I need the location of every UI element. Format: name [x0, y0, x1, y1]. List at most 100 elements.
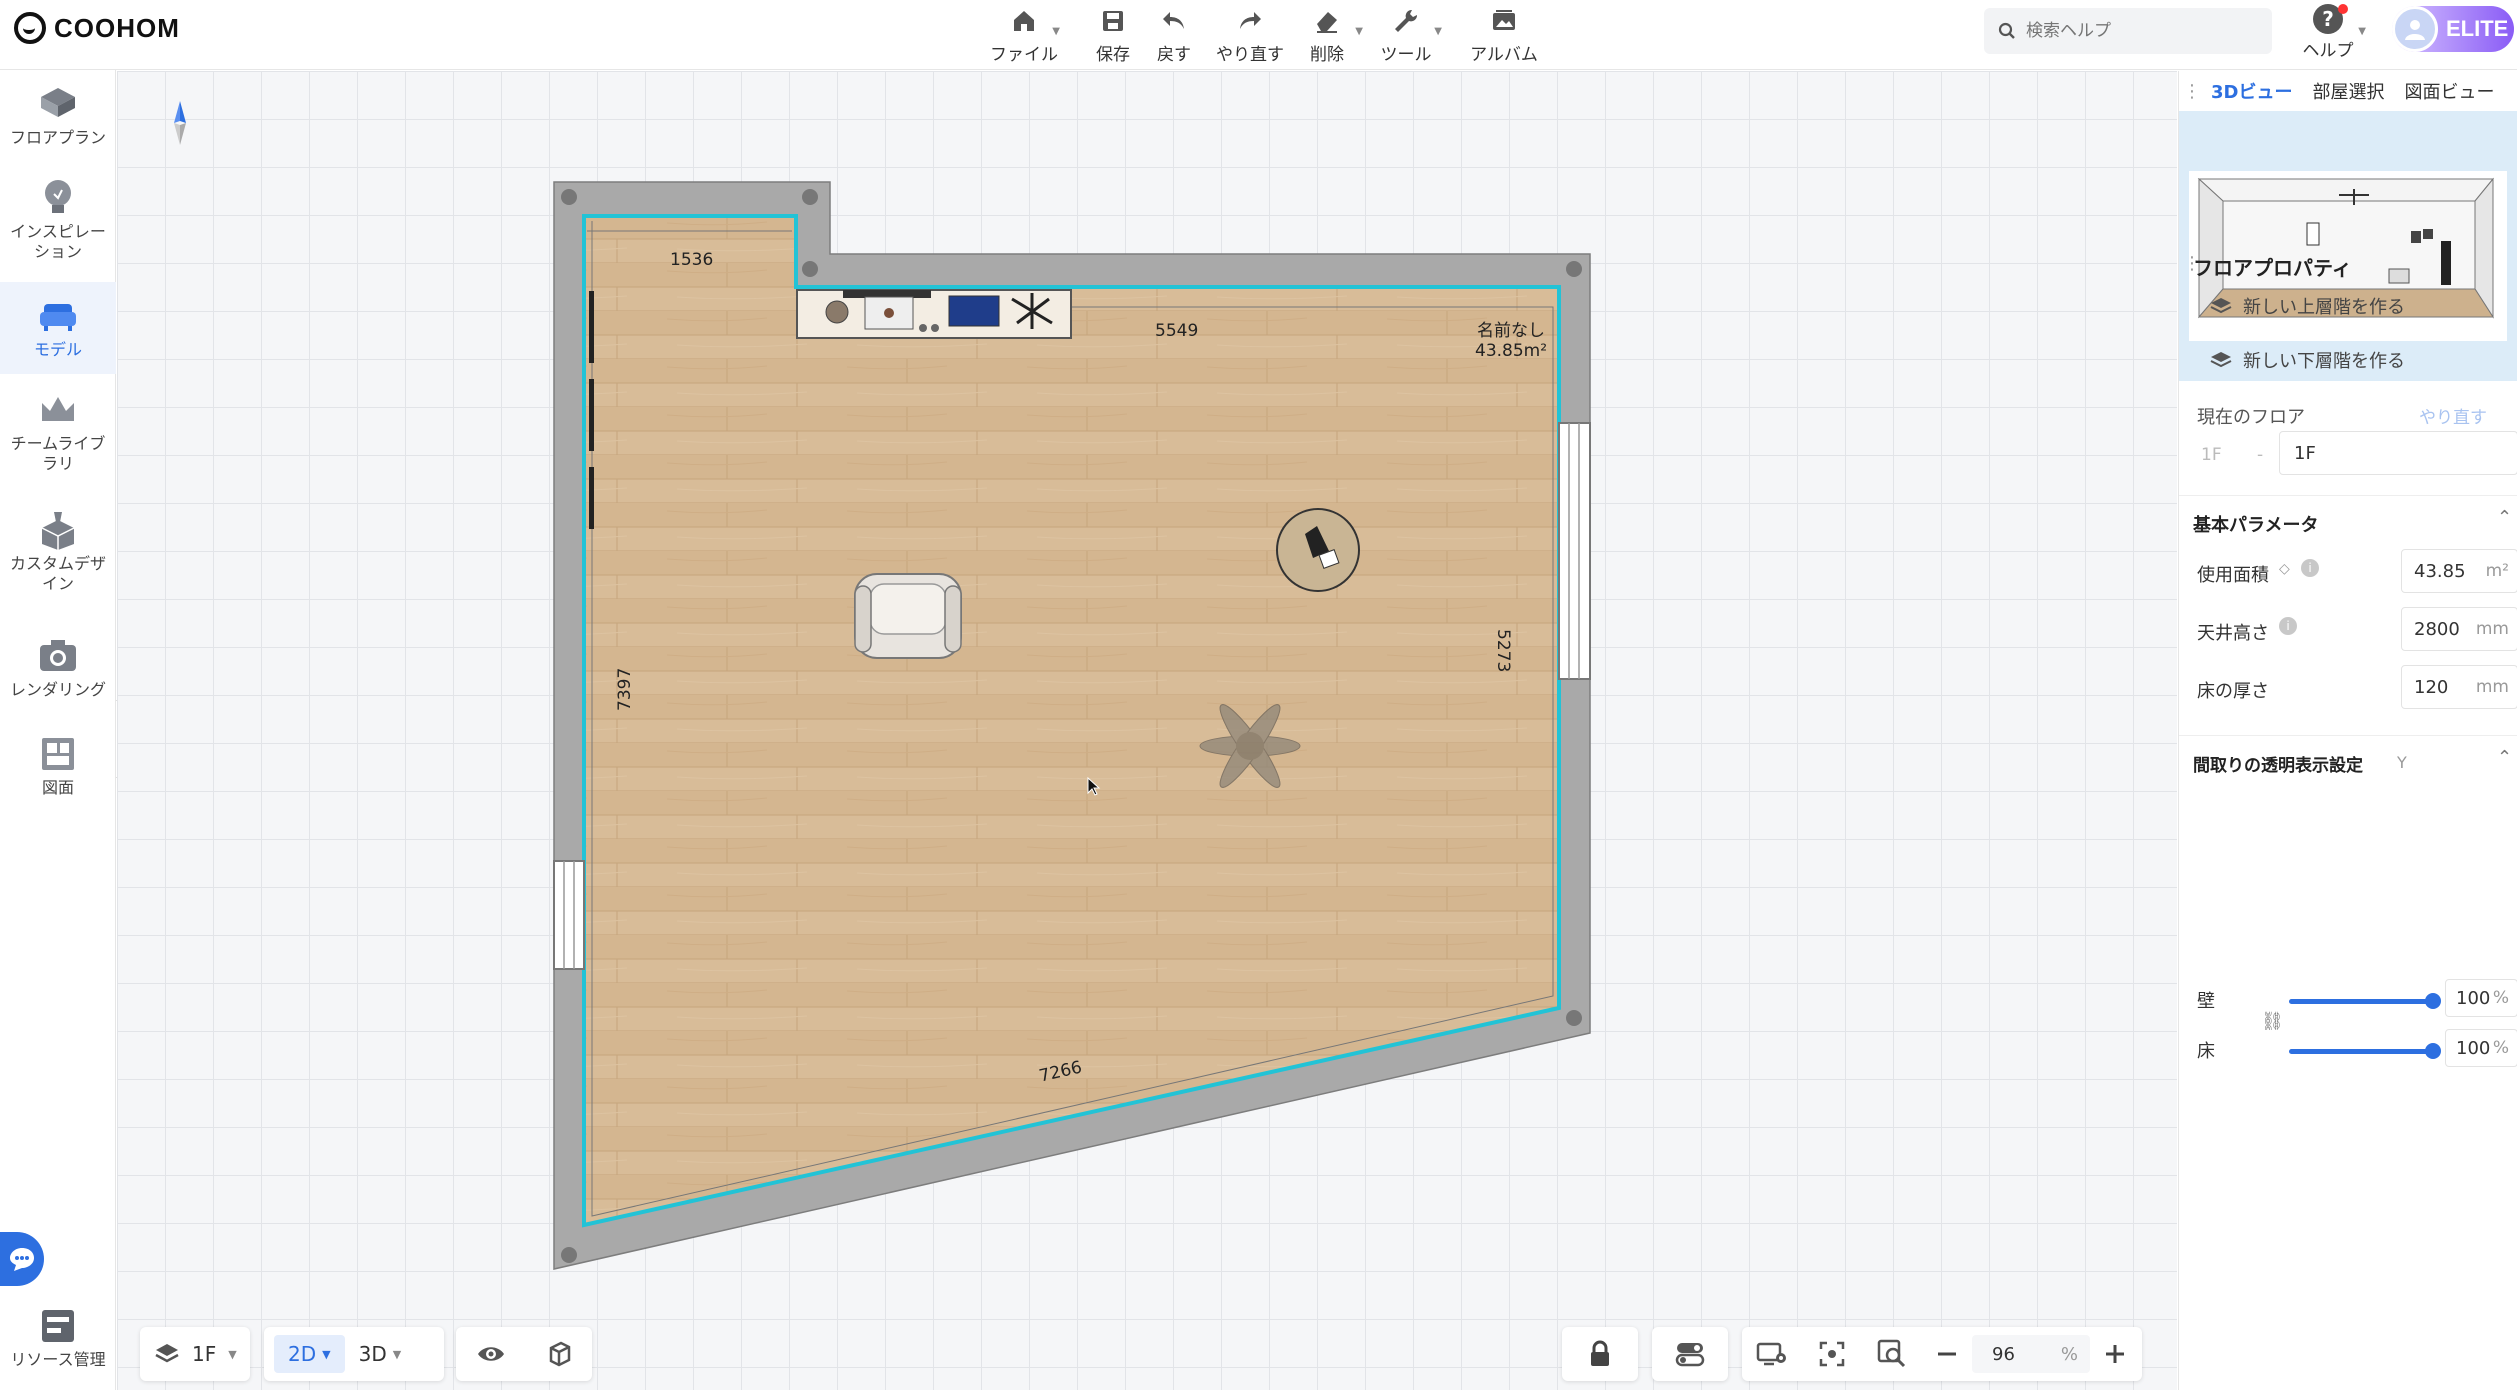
window-left[interactable]: [553, 860, 585, 970]
3d-room-preview: [2179, 111, 2517, 381]
floor-selector[interactable]: 1F ▼: [140, 1327, 250, 1381]
sort-icon[interactable]: ◇: [2279, 561, 2290, 577]
logo-text: COOHOM: [54, 12, 180, 43]
file-menu-button[interactable]: ファイル ▼: [984, 2, 1064, 66]
chat-bubble-icon: [10, 1248, 34, 1271]
top-toolbar: COOHOM ファイル ▼ 保存 戻す やり直す 削除 ▼ ツール ▼ アルバム…: [0, 0, 2517, 70]
tools-menu-button[interactable]: ツール ▼: [1366, 2, 1446, 66]
current-floor-field[interactable]: 1F: [2279, 431, 2517, 475]
floor-opacity-slider[interactable]: [2289, 1049, 2433, 1054]
dimension-label[interactable]: 5273: [1493, 629, 1513, 672]
current-floor-value: 1F: [2294, 442, 2316, 464]
toggle-icon: [1675, 1343, 1705, 1367]
room-name: 名前なし: [1477, 321, 1546, 341]
sidebar-item-label: モデル: [33, 340, 82, 359]
percent-unit: %: [2492, 988, 2509, 1008]
sidebar-item-floorplan[interactable]: フロアプラン: [0, 84, 116, 168]
zoom-value: 96: [1992, 1343, 2015, 1365]
toggle-settings-button[interactable]: [1652, 1327, 1728, 1381]
album-button[interactable]: アルバム: [1464, 2, 1544, 66]
wall-panel[interactable]: [589, 379, 594, 451]
dimension-label[interactable]: 7397: [615, 668, 635, 711]
tab-drawing-view[interactable]: 図面ビュー: [2394, 78, 2498, 104]
lock-button[interactable]: [1562, 1327, 1638, 1381]
view-2d-button[interactable]: 2D ▼: [274, 1335, 345, 1373]
window-right[interactable]: [1558, 422, 1591, 680]
zoom-out-button[interactable]: [1922, 1343, 1972, 1365]
resource-icon: [38, 1306, 78, 1346]
fit-view-button[interactable]: [1802, 1340, 1862, 1368]
coohom-logo[interactable]: COOHOM: [14, 12, 180, 44]
floor-opacity-handle[interactable]: [2425, 1043, 2441, 1059]
new-lower-floor-button[interactable]: 新しい下層階を作る: [2209, 347, 2405, 373]
wall-panel[interactable]: [589, 467, 594, 529]
area-label: 使用面積: [2197, 565, 2269, 586]
link-icon[interactable]: ⛓: [2261, 1011, 2284, 1032]
eye-icon[interactable]: [476, 1343, 506, 1365]
new-upper-floor-button[interactable]: 新しい上層階を作る: [2209, 293, 2405, 319]
area-field[interactable]: 43.85 m²: [2401, 549, 2517, 593]
ceiling-height-field[interactable]: 2800 mm: [2401, 607, 2517, 651]
layers-icon: [155, 1344, 179, 1363]
right-panel: ⋮ 3Dビュー 部屋選択 図面ビュー ⋮ フロアプロパティ 新しい上層階を作る …: [2178, 71, 2517, 1390]
drag-handle-icon[interactable]: ⋮: [2179, 81, 2201, 102]
redo-button[interactable]: やり直す: [1210, 2, 1290, 66]
floor-select-left[interactable]: 1F: [2201, 445, 2222, 465]
view-3d-button[interactable]: 3D ▼: [359, 1342, 402, 1366]
floorplan-canvas[interactable]: 1536 5549 7397 5273 7266 名前なし 43.85m²: [117, 71, 2177, 1390]
3d-preview[interactable]: [2179, 111, 2517, 381]
zoom-input[interactable]: 96 %: [1972, 1335, 2090, 1373]
help-button[interactable]: ? ヘルプ ▼: [2296, 4, 2366, 64]
percent-unit: %: [2492, 1038, 2509, 1058]
dimension-label[interactable]: 1536: [670, 250, 713, 270]
wall-opacity-field[interactable]: 100 %: [2445, 979, 2517, 1017]
delete-button[interactable]: 削除 ▼: [1287, 2, 1367, 66]
tab-3d-view[interactable]: 3Dビュー: [2201, 78, 2302, 104]
avatar: [2392, 6, 2438, 52]
redo-link[interactable]: やり直す: [2419, 403, 2487, 428]
dimension-label[interactable]: 5549: [1155, 321, 1198, 341]
search-box[interactable]: [1984, 8, 2272, 54]
new-lower-floor-label: 新しい下層階を作る: [2243, 351, 2405, 372]
info-icon[interactable]: i: [2301, 559, 2319, 577]
chevron-up-icon[interactable]: ⌃: [2497, 747, 2512, 768]
sidebar-item-rendering[interactable]: レンダリング: [0, 636, 116, 716]
floor-opacity-label: 床: [2197, 1041, 2215, 1062]
floor-opacity-field[interactable]: 100 %: [2445, 1029, 2517, 1067]
basic-params-title: 基本パラメータ: [2193, 515, 2319, 536]
sidebar-item-team-library[interactable]: チームライブ ラリ: [0, 390, 116, 484]
floor-label: 1F: [192, 1342, 217, 1366]
zoom-in-button[interactable]: [2090, 1343, 2140, 1365]
undo-button[interactable]: 戻す: [1134, 2, 1214, 66]
tv-cabinet[interactable]: [796, 289, 1072, 339]
floor-thickness-label: 床の厚さ: [2197, 681, 2269, 702]
lightbulb-icon: [38, 178, 78, 218]
zoom-region-button[interactable]: [1862, 1339, 1922, 1369]
ceiling-height-label: 天井高さ: [2197, 623, 2269, 644]
armchair[interactable]: [854, 573, 962, 659]
eraser-icon: [1310, 4, 1344, 38]
cube-view-icon[interactable]: [545, 1340, 573, 1368]
sidebar-item-drawings[interactable]: 図面: [0, 734, 116, 814]
zoom-search-icon: [1877, 1339, 1906, 1368]
search-input[interactable]: [2026, 21, 2246, 41]
round-side-table[interactable]: [1276, 508, 1360, 592]
wall-opacity-handle[interactable]: [2425, 993, 2441, 1009]
view-settings-button[interactable]: [1742, 1340, 1802, 1368]
wall-opacity-slider[interactable]: [2289, 999, 2433, 1004]
chevron-up-icon[interactable]: ⌃: [2497, 507, 2512, 528]
room-info-label[interactable]: 名前なし 43.85m²: [1475, 321, 1547, 361]
user-account-button[interactable]: ELITE: [2392, 6, 2514, 52]
wall-panel[interactable]: [589, 291, 594, 363]
tab-room-select[interactable]: 部屋選択: [2302, 78, 2394, 104]
floor-thickness-field[interactable]: 120 mm: [2401, 665, 2517, 709]
sidebar-item-inspiration[interactable]: インスピレー ション: [0, 178, 116, 272]
info-icon[interactable]: i: [2279, 617, 2297, 635]
sidebar-item-model[interactable]: モデル: [0, 282, 116, 374]
sidebar-item-label: チームライブ ラリ: [10, 434, 106, 473]
sidebar-item-custom-design[interactable]: カスタムデザ イン: [0, 510, 116, 604]
layers-plus-icon: [2210, 298, 2232, 314]
monitor-gear-icon: [1756, 1342, 1786, 1366]
wrench-icon: [1389, 4, 1423, 38]
sidebar-item-resource-management[interactable]: リソース管理: [0, 1306, 116, 1386]
